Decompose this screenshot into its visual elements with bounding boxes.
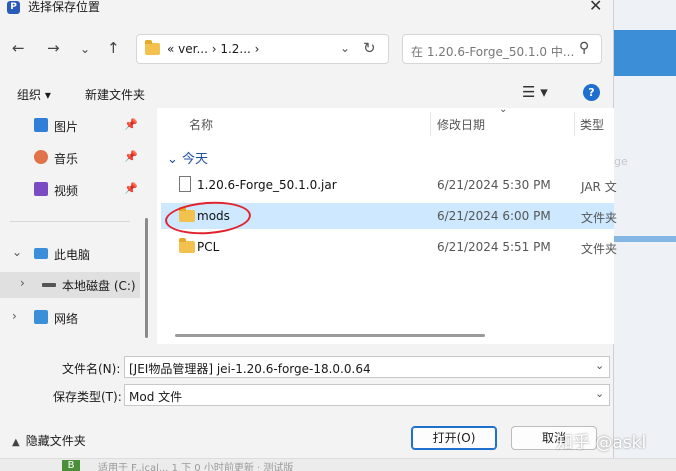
file-name: 1.20.6-Forge_50.1.0.jar [197,178,337,192]
background-badge: B [62,460,80,471]
sort-indicator-icon: ⌄ [499,104,508,115]
hide-folders-label: 隐藏文件夹 [25,434,86,448]
file-type: JAR 文 [581,180,617,194]
chevron-right-icon[interactable]: › [20,276,25,290]
computer-icon [34,248,48,259]
column-header-type[interactable]: 类型 [580,116,604,133]
file-date: 6/21/2024 5:30 PM [437,178,551,192]
pictures-icon [34,118,48,132]
address-bar[interactable]: « ver... › 1.2... › ⌄ ↻ [136,34,389,64]
file-date: 6/21/2024 6:00 PM [437,209,551,223]
chevron-right-icon[interactable]: › [12,309,17,323]
nav-item-local-disk[interactable]: › 本地磁盘 (C:) [0,272,140,298]
background-window: ge [614,0,676,471]
horizontal-scrollbar[interactable] [175,334,485,337]
watermark: 知乎 @askl [556,433,647,453]
nav-item-network[interactable]: › 网络 [0,305,140,331]
file-type: 文件夹 [581,211,618,225]
close-button[interactable]: ✕ [589,0,602,15]
recent-locations-chevron-icon[interactable]: ⌄ [80,39,90,59]
filetype-value: Mod 文件 [129,390,183,404]
chevron-down-icon[interactable]: ⌄ [595,359,604,372]
nav-item-this-pc[interactable]: ⌄ 此电脑 [0,241,140,267]
view-options-icon[interactable]: ☰ ▾ [522,83,548,101]
pin-icon: 📌 [124,150,138,163]
column-divider[interactable] [430,112,431,136]
group-label: 今天 [182,152,209,167]
file-row[interactable]: 1.20.6-Forge_50.1.0.jar 6/21/2024 5:30 P… [161,172,617,198]
back-arrow-icon[interactable]: ← [12,38,25,58]
search-input[interactable]: 在 1.20.6-Forge_50.1.0 中... [411,43,574,60]
nav-item-pictures[interactable]: 图片 📌 [0,113,140,139]
column-header-name[interactable]: 名称 [189,116,213,133]
column-header-modified[interactable]: 修改日期 [437,116,485,133]
search-icon[interactable]: ⚲ [579,40,589,56]
navigation-pane: 图片 📌 音乐 📌 视频 📌 ⌄ 此电脑 › 本地磁盘 (C:) › 网络 [0,108,156,344]
chevron-up-icon: ▲ [12,437,20,448]
videos-icon [34,182,48,196]
background-accent-bar [614,236,676,242]
chevron-down-icon[interactable]: ⌄ [12,245,22,259]
file-type: 文件夹 [581,242,618,256]
folder-icon [179,238,195,253]
nav-item-label: 视频 [54,184,79,198]
file-row[interactable]: PCL 6/21/2024 5:51 PM 文件夹 [161,234,618,260]
breadcrumb[interactable]: « ver... › 1.2... › [167,42,259,56]
command-bar: 组织 ▾ 新建文件夹 ☰ ▾ ? [0,78,614,108]
nav-item-label: 网络 [54,312,79,326]
forward-arrow-icon[interactable]: → [47,38,60,58]
filename-field[interactable]: [JEI物品管理器] jei-1.20.6-forge-18.0.0.64 ⌄ [124,356,610,378]
background-header-strip [614,30,676,76]
search-box[interactable]: 在 1.20.6-Forge_50.1.0 中... ⚲ [402,34,602,64]
nav-item-videos[interactable]: 视频 📌 [0,177,140,203]
window-title: 选择保存位置 [28,0,101,14]
drive-icon [42,283,56,287]
filename-label: 文件名(N): [62,362,121,376]
chevron-down-icon: ⌄ [167,152,183,167]
new-folder-button[interactable]: 新建文件夹 [85,86,145,103]
background-list-row: B 适用于 F..ical... 1 下 0 小时前更新 · 测试版 [0,458,676,471]
filetype-label: 保存类型(T): [53,390,122,404]
group-header-today[interactable]: ⌄ 今天 [167,148,208,167]
title-bar: P 选择保存位置 ✕ [0,0,614,16]
folder-icon [145,40,160,55]
open-button[interactable]: 打开(O) [411,426,497,450]
nav-item-label: 音乐 [54,152,79,166]
pin-icon: 📌 [124,118,138,131]
nav-divider [10,221,130,222]
refresh-icon[interactable]: ↻ [363,39,376,57]
nav-item-label: 此电脑 [54,248,91,262]
save-dialog: P 选择保存位置 ✕ ← → ⌄ ↑ « ver... › 1.2... › ⌄… [0,0,618,458]
nav-scrollbar[interactable] [145,218,148,338]
file-date: 6/21/2024 5:51 PM [437,240,551,254]
network-icon [34,310,48,324]
filename-value[interactable]: [JEI物品管理器] jei-1.20.6-forge-18.0.0.64 [129,360,371,377]
column-divider[interactable] [574,112,575,136]
pin-icon: 📌 [124,182,138,195]
app-icon: P [7,1,20,14]
help-icon[interactable]: ? [583,84,600,101]
address-history-chevron-icon[interactable]: ⌄ [340,41,350,55]
up-arrow-icon[interactable]: ↑ [107,38,120,58]
background-row-text: 适用于 F..ical... 1 下 0 小时前更新 · 测试版 [98,463,294,471]
music-icon [34,150,48,164]
file-list: 名称 修改日期 ⌄ 类型 ⌄ 今天 1.20.6-Forge_50.1.0.ja… [157,104,618,344]
nav-item-label: 本地磁盘 (C:) [62,279,136,293]
nav-item-label: 图片 [54,120,79,134]
navigation-bar: ← → ⌄ ↑ « ver... › 1.2... › ⌄ ↻ 在 1.20.6… [0,24,614,74]
hide-folders-toggle[interactable]: ▲ 隐藏文件夹 [12,432,86,449]
filetype-select[interactable]: Mod 文件 ⌄ [124,384,610,406]
file-name: PCL [197,240,220,254]
chevron-down-icon[interactable]: ⌄ [595,387,604,400]
nav-item-music[interactable]: 音乐 📌 [0,145,140,171]
organize-menu-button[interactable]: 组织 ▾ [17,86,51,103]
file-icon [179,176,191,192]
background-text: ge [614,155,628,168]
